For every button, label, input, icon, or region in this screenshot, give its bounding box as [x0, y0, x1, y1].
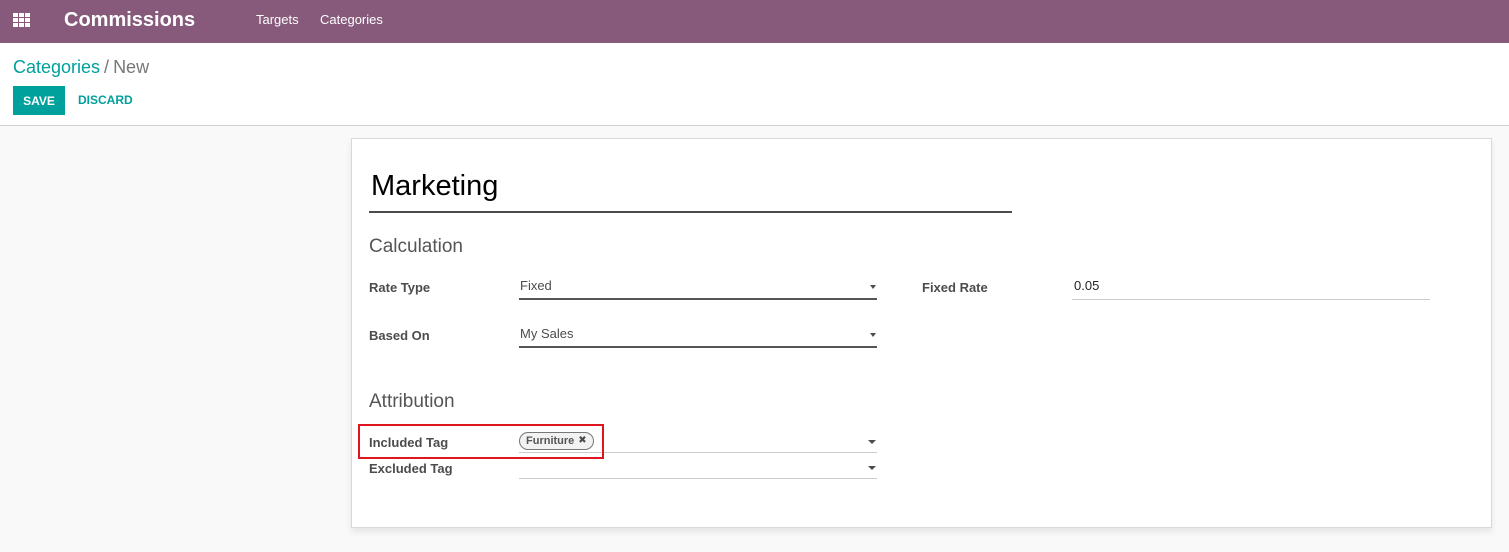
- discard-button[interactable]: DISCARD: [78, 86, 133, 115]
- breadcrumb: Categories / New: [13, 57, 149, 78]
- rate-type-value: Fixed: [520, 278, 552, 293]
- save-button[interactable]: SAVE: [13, 86, 65, 115]
- chevron-down-icon: [868, 466, 876, 470]
- based-on-label: Based On: [369, 328, 430, 343]
- breadcrumb-current: New: [113, 57, 150, 77]
- tag-badge-furniture: Furniture ✖: [519, 432, 594, 450]
- rate-type-select[interactable]: Fixed: [519, 278, 877, 300]
- apps-menu-icon[interactable]: [13, 13, 30, 28]
- menu-categories[interactable]: Categories: [320, 12, 383, 28]
- menu-targets[interactable]: Targets: [256, 12, 299, 28]
- breadcrumb-categories-link[interactable]: Categories: [13, 57, 100, 77]
- control-panel: Categories / New SAVE DISCARD: [0, 43, 1509, 126]
- top-navbar: Commissions Targets Categories: [0, 0, 1509, 43]
- form-sheet: Marketing Calculation Rate Type Fixed Fi…: [351, 138, 1492, 528]
- included-tag-field[interactable]: Furniture ✖: [519, 431, 877, 453]
- section-title-calculation: Calculation: [369, 236, 463, 257]
- breadcrumb-separator: /: [104, 57, 110, 77]
- chevron-down-icon: [870, 285, 876, 289]
- rate-type-label: Rate Type: [369, 280, 431, 295]
- fixed-rate-input[interactable]: 0.05: [1072, 278, 1430, 300]
- excluded-tag-label: Excluded Tag: [369, 461, 453, 476]
- chevron-down-icon: [868, 440, 876, 444]
- section-title-attribution: Attribution: [369, 391, 455, 412]
- close-icon[interactable]: ✖: [578, 433, 586, 449]
- category-name-input[interactable]: Marketing: [369, 166, 1012, 213]
- fixed-rate-label: Fixed Rate: [922, 280, 988, 295]
- based-on-select[interactable]: My Sales: [519, 326, 877, 348]
- app-title[interactable]: Commissions: [64, 8, 195, 32]
- excluded-tag-field[interactable]: [519, 457, 877, 479]
- based-on-value: My Sales: [520, 326, 574, 341]
- tag-label: Furniture: [526, 435, 575, 447]
- included-tag-label: Included Tag: [369, 435, 449, 450]
- chevron-down-icon: [870, 333, 876, 337]
